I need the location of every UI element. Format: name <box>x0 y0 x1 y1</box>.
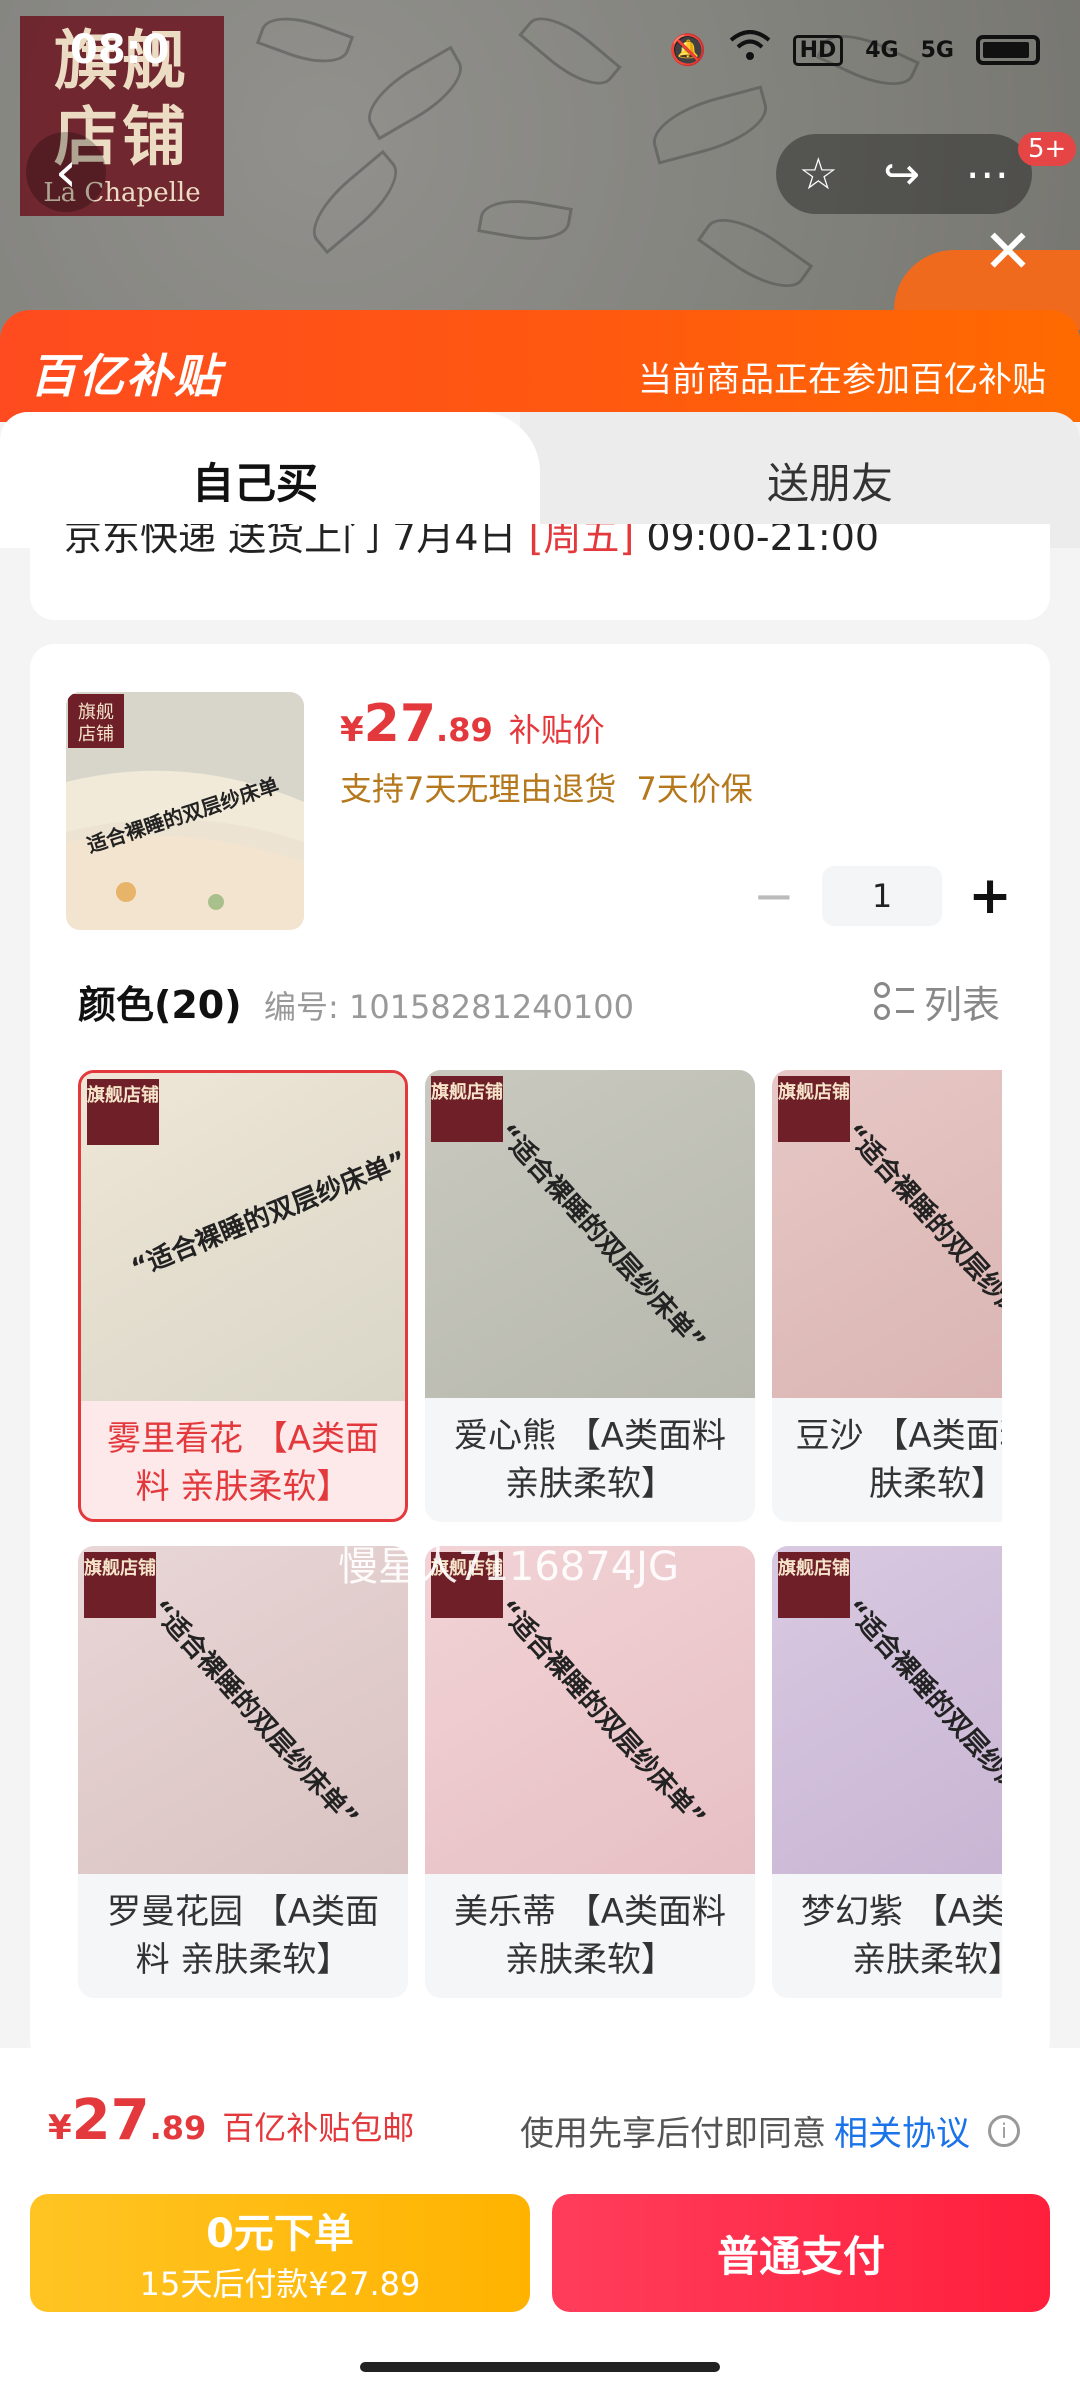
color-swatch[interactable]: 旗舰店铺 “适合裸睡的双层纱床单” 爱心熊 【A类面料 亲肤柔软】 <box>425 1070 755 1522</box>
pay-later-sub: 15天后付款¥27.89 <box>139 2265 421 2303</box>
checkout-bar: ¥ 27 .89 百亿补贴包邮 使用先享后付即同意 相关协议 i 0元下单 15天… <box>0 2048 1080 2400</box>
chevron-left-icon: ‹ <box>54 139 78 205</box>
swatch-slogan: “适合裸睡的双层纱床单” <box>491 1118 711 1358</box>
swatch-slogan: “适合裸睡的双层纱床单” <box>491 1594 711 1834</box>
quantity-value[interactable]: 1 <box>822 866 942 926</box>
list-grid-icon <box>873 981 914 1022</box>
swatch-store-logo: 旗舰店铺 <box>84 1552 156 1618</box>
sku-code: 编号: 10158281240100 <box>264 988 634 1026</box>
price-integer: 27 <box>363 694 437 754</box>
swatch-image: 旗舰店铺 “适合裸睡的双层纱床单” <box>772 1070 1002 1398</box>
info-icon[interactable]: i <box>988 2114 1020 2147</box>
pay-later-button[interactable]: 0元下单 15天后付款¥27.89 <box>30 2194 530 2312</box>
status-bar: 08:0 🔕 HD 4G 5G <box>0 0 1080 100</box>
close-icon[interactable]: ✕ <box>978 222 1038 282</box>
swatch-image: 旗舰店铺 “适合裸睡的双层纱床单” <box>772 1546 1002 1874</box>
mute-icon: 🔕 <box>669 32 707 68</box>
swatch-store-logo: 旗舰店铺 <box>431 1076 503 1142</box>
bottom-price-note: 百亿补贴包邮 <box>222 2109 415 2147</box>
more-icon[interactable]: ⋯ <box>965 149 1009 200</box>
list-view-toggle[interactable]: 列表 <box>873 974 1000 1029</box>
service-row: 支持7天无理由退货 7天价保 <box>340 764 753 810</box>
header-actions: ☆ ↪ ⋯ <box>776 134 1032 214</box>
back-button[interactable]: ‹ <box>26 132 106 212</box>
price-protect: 7天价保 <box>636 770 753 808</box>
notification-badge: 5+ <box>1018 132 1077 166</box>
swatch-image: 旗舰店铺 “适合裸睡的双层纱床单” <box>425 1070 755 1398</box>
swatch-slogan: “适合裸睡的双层纱床单” <box>838 1118 1002 1358</box>
shipping-info[interactable]: 京东快递 送货上门 7月4日 [周五] 09:00-21:00 <box>30 524 1050 620</box>
bottom-price: ¥ 27 .89 百亿补贴包邮 <box>48 2088 414 2153</box>
color-swatch[interactable]: 旗舰店铺 “适合裸睡的双层纱床单” 美乐蒂 【A类面料 亲肤柔软】 <box>425 1546 755 1998</box>
svg-text:旗舰: 旗舰 <box>78 702 114 723</box>
subsidy-notice: 当前商品正在参加百亿补贴 <box>638 360 1046 400</box>
status-time: 08:0 <box>70 27 170 73</box>
price-tag: 补贴价 <box>508 711 605 749</box>
swatch-label: 梦幻紫 【A类面料 亲肤柔软】 <box>800 1892 1002 1980</box>
home-indicator <box>360 2362 720 2372</box>
return-policy: 支持7天无理由退货 <box>340 770 617 808</box>
swatch-store-logo: 旗舰店铺 <box>778 1552 850 1618</box>
quantity-increase-button[interactable]: + <box>960 866 1020 926</box>
swatch-label: 豆沙 【A类面料 亲肤柔软】 <box>795 1416 1002 1504</box>
battery-icon <box>976 35 1040 65</box>
color-swatch[interactable]: 旗舰店铺“适合裸睡的双层纱床单” 豆沙 【A类面料 亲肤柔软】 <box>772 1070 1002 1522</box>
signal-4g-icon: 4G <box>865 37 899 63</box>
price-symbol: ¥ <box>340 710 364 750</box>
agreement-note: 使用先享后付即同意 相关协议 i <box>520 2106 1020 2155</box>
bottom-price-decimal: .89 <box>149 2109 207 2147</box>
sku-card: 旗舰 店铺 适合裸睡的双层纱床单 ¥ 27 .89 补贴价 支持7天无理由退货 … <box>30 644 1050 2064</box>
swatch-image: 旗舰店铺 “适合裸睡的双层纱床单” <box>78 1546 408 1874</box>
svg-text:店铺: 店铺 <box>78 724 114 745</box>
swatch-label: 雾里看花 【A类面料 亲肤柔软】 <box>106 1419 380 1507</box>
swatch-store-logo: 旗舰店铺 <box>778 1076 850 1142</box>
product-thumbnail[interactable]: 旗舰 店铺 适合裸睡的双层纱床单 <box>66 692 304 930</box>
swatch-label: 罗曼花园 【A类面料 亲肤柔软】 <box>106 1892 380 1980</box>
list-toggle-label: 列表 <box>923 983 1000 1027</box>
quantity-decrease-button[interactable]: − <box>744 866 804 926</box>
agreement-text: 使用先享后付即同意 <box>520 2114 826 2154</box>
subsidy-banner: 百亿补贴 当前商品正在参加百亿补贴 <box>0 310 1080 422</box>
swatch-image: 旗舰店铺 “适合裸睡的双层纱床单” <box>81 1073 405 1401</box>
agreement-link[interactable]: 相关协议 <box>834 2106 970 2155</box>
bottom-price-integer: 27 <box>71 2088 150 2153</box>
subsidy-logo: 百亿补贴 <box>30 349 222 403</box>
swatch-slogan: “适合裸睡的双层纱床单” <box>127 1145 408 1284</box>
color-swatch[interactable]: 旗舰店铺 “适合裸睡的双层纱床单” 罗曼花园 【A类面料 亲肤柔软】 <box>78 1546 408 1998</box>
swatch-image: 旗舰店铺 “适合裸睡的双层纱床单” <box>425 1546 755 1874</box>
color-swatch[interactable]: 旗舰店铺“适合裸睡的双层纱床单” 梦幻紫 【A类面料 亲肤柔软】 <box>772 1546 1002 1998</box>
pay-later-title: 0元下单 <box>206 2211 354 2257</box>
bottom-price-symbol: ¥ <box>48 2108 72 2148</box>
favorite-star-icon[interactable]: ☆ <box>799 149 838 200</box>
status-icons: 🔕 HD 4G 5G <box>669 30 1040 70</box>
share-icon[interactable]: ↪ <box>883 149 920 200</box>
hd-icon: HD <box>792 34 844 66</box>
price-decimal: .89 <box>436 711 493 749</box>
swatch-label: 爱心熊 【A类面料 亲肤柔软】 <box>453 1416 727 1504</box>
watermark-text: 慢星人7116874JG <box>338 1544 679 1590</box>
color-swatch[interactable]: 旗舰店铺 “适合裸睡的双层纱床单” 雾里看花 【A类面料 亲肤柔软】 <box>78 1070 408 1522</box>
normal-pay-button[interactable]: 普通支付 <box>552 2194 1050 2312</box>
quantity-stepper: − 1 + <box>744 866 1020 926</box>
wifi-icon <box>729 30 771 70</box>
swatch-label: 美乐蒂 【A类面料 亲肤柔软】 <box>453 1892 727 1980</box>
tab-self-label: 自己买 <box>191 458 318 508</box>
swatch-slogan: “适合裸睡的双层纱床单” <box>838 1594 1002 1834</box>
swatch-slogan: “适合裸睡的双层纱床单” <box>144 1594 364 1834</box>
color-section-title: 颜色(20) <box>78 983 242 1027</box>
price-row: ¥ 27 .89 补贴价 <box>340 694 605 754</box>
swatch-store-logo: 旗舰店铺 <box>87 1079 159 1145</box>
signal-5g-icon: 5G <box>920 37 954 63</box>
tab-gift-label: 送朋友 <box>766 458 893 508</box>
shipping-text: 京东快递 送货上门 7月4日 [周五] 09:00-21:00 <box>64 524 880 559</box>
